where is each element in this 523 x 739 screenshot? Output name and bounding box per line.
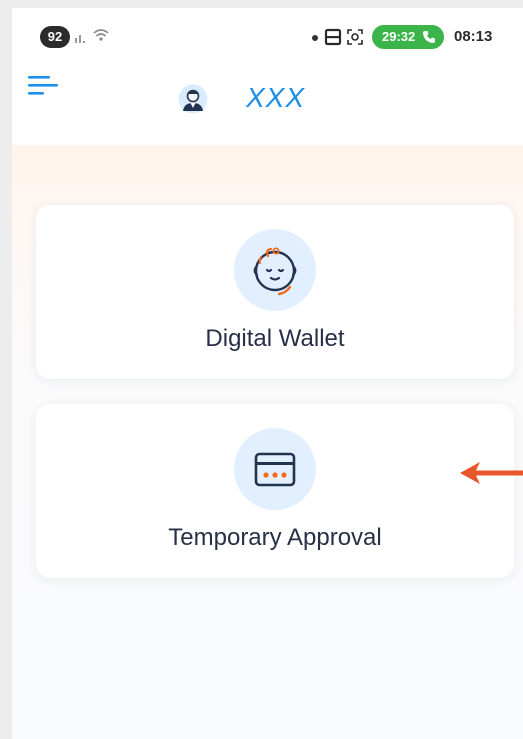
menu-icon [28, 76, 58, 95]
temporary-approval-label: Temporary Approval [168, 524, 382, 551]
user-name: XXX [246, 82, 306, 113]
temporary-approval-card[interactable]: Temporary Approval [36, 404, 514, 578]
sim-card-icon [324, 28, 342, 46]
digital-wallet-card[interactable]: Digital Wallet [36, 205, 514, 379]
main-content: Digital Wallet Temporary Approval [12, 145, 523, 739]
status-bar: 92 29:32 08:13 [12, 8, 523, 60]
temporary-approval-icon-container [234, 428, 316, 510]
ongoing-call-badge[interactable]: 29:32 [372, 25, 444, 49]
status-clock: 08:13 [454, 28, 493, 45]
phone-screen: 92 29:32 08:13 XXX Digital Wallet Tempor… [12, 8, 523, 739]
phone-icon [423, 31, 435, 43]
wifi-icon [93, 29, 109, 41]
baby-face-icon [253, 247, 297, 296]
card-icon [254, 452, 296, 487]
menu-button[interactable] [24, 70, 60, 100]
user-avatar-icon[interactable] [178, 84, 208, 114]
app-header: XXX [12, 60, 523, 145]
digital-wallet-icon-container [234, 229, 316, 311]
signal-icon [75, 35, 85, 43]
screen-record-icon [347, 29, 363, 45]
battery-level: 92 [40, 26, 70, 48]
call-timer: 29:32 [382, 29, 416, 44]
digital-wallet-label: Digital Wallet [205, 325, 345, 352]
annotation-arrow-icon [460, 462, 523, 484]
notification-dot-icon [312, 35, 318, 41]
